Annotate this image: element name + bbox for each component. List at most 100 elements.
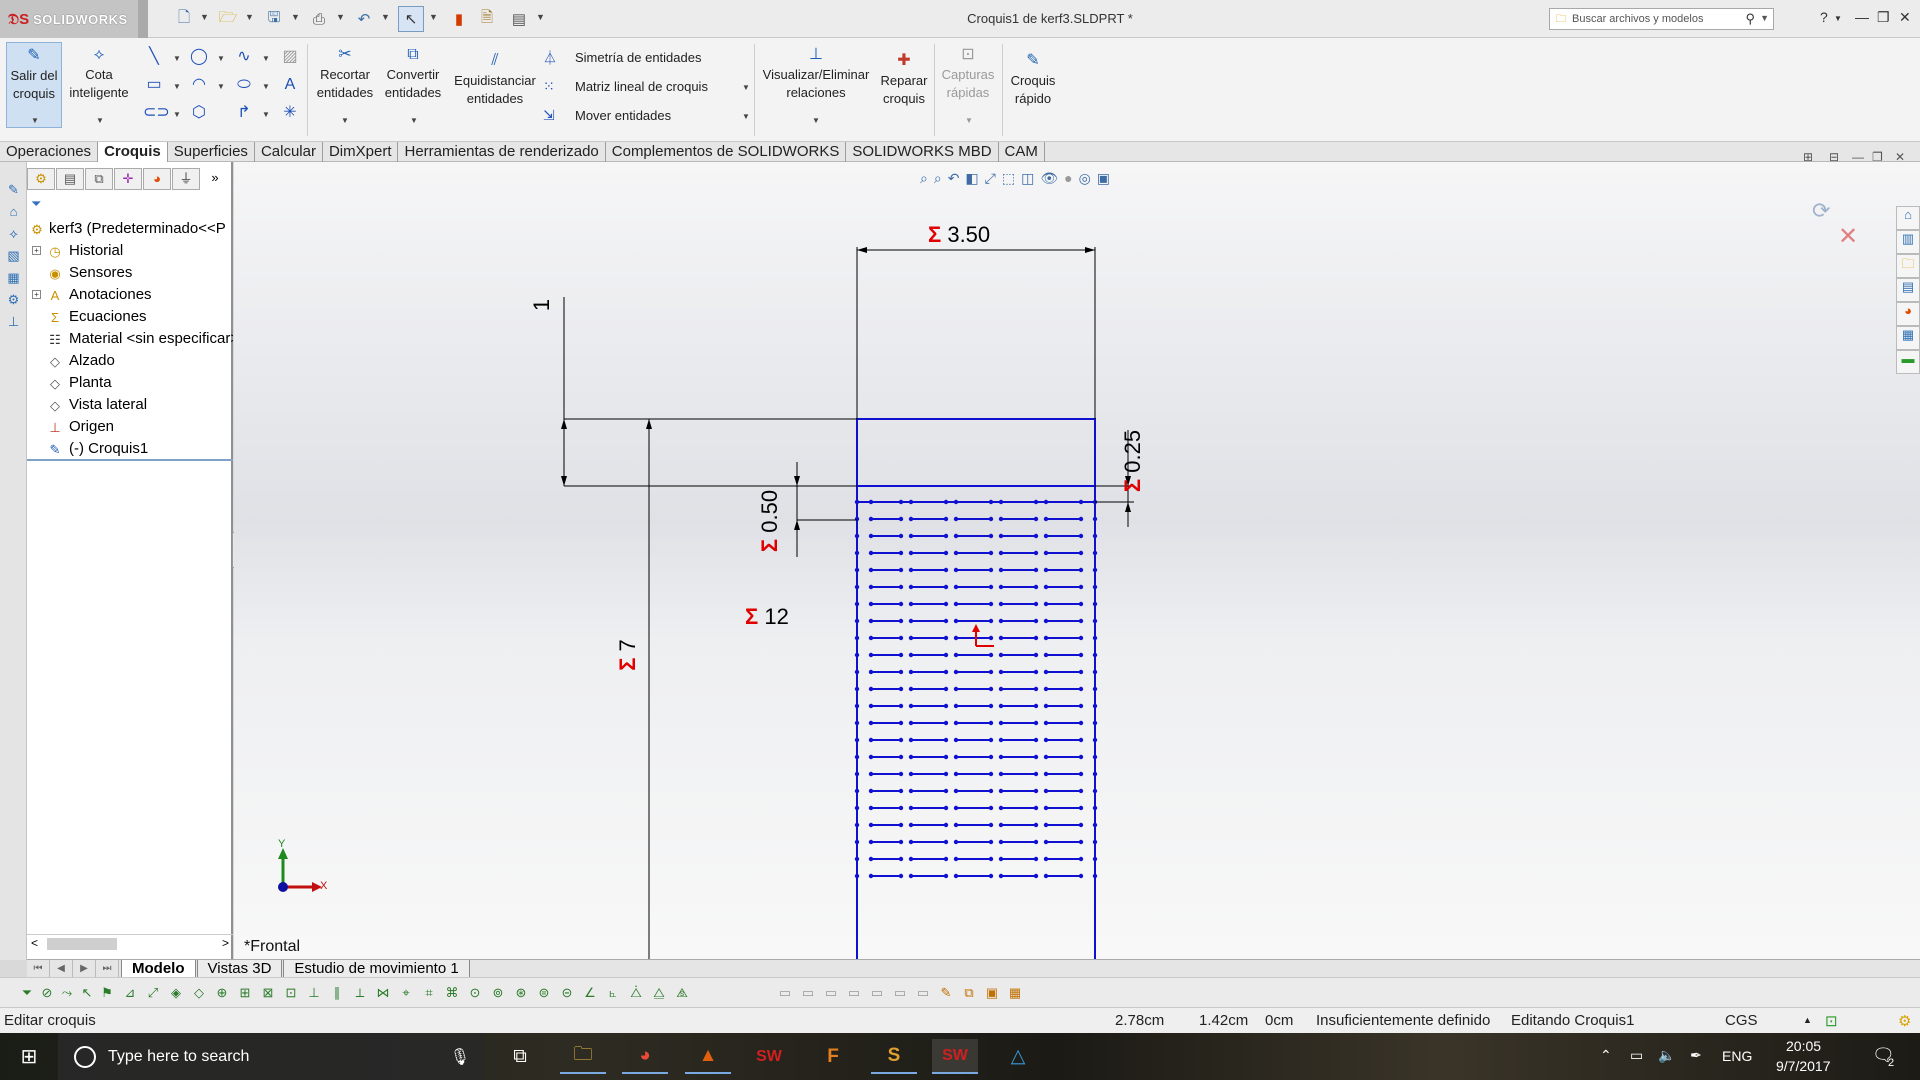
sketch-point[interactable] — [988, 499, 994, 505]
sketch-point[interactable] — [1078, 720, 1084, 726]
sketch-point[interactable] — [1043, 584, 1049, 590]
sketch-point[interactable] — [953, 737, 959, 743]
sketch-point[interactable] — [1092, 533, 1098, 539]
sketch-point[interactable] — [1078, 873, 1084, 879]
sketch-point[interactable] — [953, 771, 959, 777]
sketch-point[interactable] — [953, 686, 959, 692]
search-box[interactable]: 🗀 Buscar archivos y modelos ⚲ ▼ — [1549, 8, 1774, 30]
filter-midpoints-icon[interactable]: ⊡ — [282, 984, 300, 1002]
tree-root[interactable]: ⚙ kerf3 (Predeterminado<<P — [27, 218, 233, 240]
sketch-point[interactable] — [898, 822, 904, 828]
tree-item-ecuaciones[interactable]: Σ Ecuaciones — [27, 306, 233, 328]
convert-dropdown-icon[interactable]: ▼ — [410, 116, 418, 125]
microphone-icon[interactable]: 🎙 — [450, 1047, 470, 1067]
sketch-point[interactable] — [898, 805, 904, 811]
sketch-point[interactable] — [1033, 822, 1039, 828]
sketch-point[interactable] — [988, 669, 994, 675]
tab-croquis[interactable]: Croquis — [98, 142, 168, 162]
new-dropdown-icon[interactable]: ▼ — [200, 12, 209, 22]
sketch-point[interactable] — [908, 754, 914, 760]
spline-dropdown-icon[interactable]: ▼ — [262, 54, 270, 63]
sketch-point[interactable] — [943, 499, 949, 505]
sketch-point[interactable] — [908, 499, 914, 505]
sketch-point[interactable] — [1092, 635, 1098, 641]
sketch-point[interactable] — [908, 805, 914, 811]
expand-icon[interactable]: + — [32, 246, 41, 255]
sketch-point[interactable] — [998, 618, 1004, 624]
close-icon[interactable]: ✕ — [1899, 9, 1911, 26]
sketch-point[interactable] — [943, 856, 949, 862]
sketch-point[interactable] — [854, 652, 860, 658]
sketch-point[interactable] — [898, 856, 904, 862]
rebuild-status-icon[interactable]: ⊡ — [1825, 1012, 1838, 1030]
sketch-point[interactable] — [1078, 516, 1084, 522]
sketch-point[interactable] — [1043, 822, 1049, 828]
solidworks-2015-taskbar-icon[interactable]: SW — [746, 1039, 792, 1074]
sketch-point[interactable] — [988, 822, 994, 828]
sketch-point[interactable] — [898, 601, 904, 607]
sketch-point[interactable] — [854, 703, 860, 709]
filter-faces-icon[interactable]: ⤢ — [144, 984, 162, 1002]
sketch-point[interactable] — [898, 618, 904, 624]
sketch-point[interactable] — [953, 703, 959, 709]
sketch-point[interactable] — [953, 584, 959, 590]
sketch-point[interactable] — [898, 686, 904, 692]
undo-icon[interactable]: ↶ — [354, 9, 374, 29]
sketch-point[interactable] — [988, 567, 994, 573]
sketch-point[interactable] — [1092, 839, 1098, 845]
display-manager-tab-icon[interactable]: ◕ — [143, 168, 171, 190]
sketch-point[interactable] — [1078, 686, 1084, 692]
sketch-point[interactable] — [898, 669, 904, 675]
sketch-point[interactable] — [1078, 601, 1084, 607]
customize-status-icon[interactable]: ⚙ — [1898, 1012, 1911, 1030]
sketch-point[interactable] — [988, 618, 994, 624]
sketch-point[interactable] — [868, 788, 874, 794]
sketch-point[interactable] — [868, 686, 874, 692]
sketch-point[interactable] — [868, 720, 874, 726]
sketch-point[interactable] — [1043, 788, 1049, 794]
sketch-point[interactable] — [908, 635, 914, 641]
sketch-point[interactable] — [943, 754, 949, 760]
file-explorer-taskbar-icon[interactable]: 🗀 — [560, 1039, 606, 1074]
sketch-point[interactable] — [1043, 533, 1049, 539]
filter-notes-icon[interactable]: ⌗ — [420, 984, 438, 1002]
sketch-point[interactable] — [943, 567, 949, 573]
sketch-point[interactable] — [988, 873, 994, 879]
sketch-point[interactable] — [953, 788, 959, 794]
sketch-point[interactable] — [908, 720, 914, 726]
sketch-point[interactable] — [854, 584, 860, 590]
sketch-point[interactable] — [908, 771, 914, 777]
sketch-point[interactable] — [943, 601, 949, 607]
sketch-point[interactable] — [1043, 567, 1049, 573]
selection-cursor-icon[interactable]: ↖ — [78, 984, 96, 1002]
sketch-point[interactable] — [998, 856, 1004, 862]
sketch-point[interactable] — [908, 788, 914, 794]
sketch-point[interactable] — [988, 533, 994, 539]
sketch-point[interactable] — [908, 584, 914, 590]
save-dropdown-icon[interactable]: ▼ — [291, 12, 300, 22]
sketch-point[interactable] — [1043, 720, 1049, 726]
sketch-point[interactable] — [1043, 618, 1049, 624]
sketch-point[interactable] — [988, 839, 994, 845]
quick-filter-icon[interactable]: ▣ — [983, 984, 1001, 1002]
tree-item-origen[interactable]: ⊥ Origen — [27, 416, 233, 438]
filter-center-marks-icon[interactable]: ⊥ — [305, 984, 323, 1002]
sketch-point[interactable] — [1078, 822, 1084, 828]
dim-width[interactable]: Σ 3.50 — [928, 222, 990, 248]
sketch-point[interactable] — [1033, 635, 1039, 641]
sketch-point[interactable] — [998, 805, 1004, 811]
sketch-point[interactable] — [1092, 516, 1098, 522]
sketch-point[interactable] — [1033, 516, 1039, 522]
first-tab-icon[interactable]: ⏮ — [27, 960, 50, 978]
sketch-point[interactable] — [898, 873, 904, 879]
repair-sketch-button[interactable]: ✚ Reparar croquis — [876, 48, 932, 134]
sketch-point[interactable] — [868, 567, 874, 573]
sketch-point[interactable] — [868, 873, 874, 879]
tray-overflow-icon[interactable]: ⌃ — [1600, 1047, 1612, 1064]
sketch-point[interactable] — [988, 635, 994, 641]
sketch-point[interactable] — [998, 788, 1004, 794]
view-filter-3-icon[interactable]: ▭ — [822, 984, 840, 1002]
sketch-point[interactable] — [898, 567, 904, 573]
sketch-point[interactable] — [868, 618, 874, 624]
more-tabs-icon[interactable]: » — [201, 168, 229, 190]
